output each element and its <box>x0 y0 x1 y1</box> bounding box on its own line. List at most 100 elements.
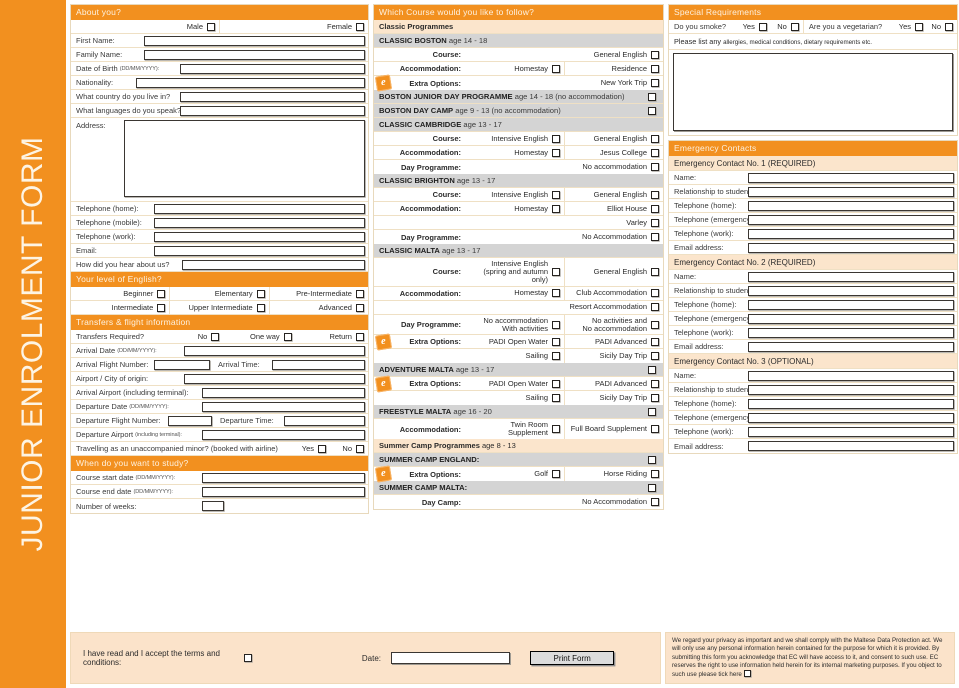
programme-option-checkbox[interactable] <box>552 64 560 73</box>
emergency-contact-field-input[interactable] <box>748 285 954 296</box>
programme-option-checkbox[interactable] <box>552 289 560 298</box>
female-checkbox[interactable] <box>356 22 364 31</box>
print-form-button[interactable]: Print Form <box>530 651 614 665</box>
programme-option-checkbox[interactable] <box>651 498 659 507</box>
departure-time-input[interactable] <box>284 415 365 426</box>
dob-input[interactable] <box>180 63 365 74</box>
programme-option-cell[interactable]: Sailing <box>466 391 564 405</box>
programme-option-cell[interactable]: Intensive English <box>466 132 564 145</box>
programme-option-cell[interactable]: No Accommodation <box>466 495 663 509</box>
gender-male-cell[interactable]: Male <box>71 20 219 33</box>
signature-date-input[interactable] <box>391 652 511 664</box>
programme-option-checkbox[interactable] <box>651 190 659 199</box>
programme-checkbox[interactable] <box>648 455 656 464</box>
tel-work-input[interactable] <box>154 231 365 242</box>
emergency-contact-field-input[interactable] <box>748 313 954 324</box>
emergency-contact-field-input[interactable] <box>748 242 954 253</box>
programme-option-checkbox[interactable] <box>651 134 659 143</box>
programme-option-cell[interactable]: Homestay <box>466 287 564 300</box>
arrival-flight-input[interactable] <box>154 359 210 370</box>
programme-option-checkbox[interactable] <box>552 320 560 329</box>
male-checkbox[interactable] <box>207 22 215 31</box>
emergency-contact-field-input[interactable] <box>748 186 954 197</box>
programme-option-checkbox[interactable] <box>552 190 560 199</box>
minor-no-cell[interactable]: No <box>330 442 368 455</box>
english-level-upper-intermediate[interactable]: Upper Intermediate <box>169 301 268 314</box>
emergency-contact-field-input[interactable] <box>748 384 954 395</box>
programme-option-cell[interactable]: Jesus College <box>564 146 663 159</box>
programme-option-checkbox[interactable] <box>552 425 560 434</box>
programme-option-checkbox[interactable] <box>651 394 659 403</box>
programme-option-checkbox[interactable] <box>552 148 560 157</box>
programme-option-checkbox[interactable] <box>651 233 659 241</box>
emergency-contact-field-input[interactable] <box>748 426 954 437</box>
transfers-option-return[interactable]: Return <box>296 330 368 343</box>
transfers-one-way-checkbox[interactable] <box>283 332 292 341</box>
course-start-input[interactable] <box>202 472 365 483</box>
programme-option-checkbox[interactable] <box>552 267 560 276</box>
programme-option-cell[interactable]: General English <box>466 48 663 61</box>
transfers-no-checkbox[interactable] <box>211 332 220 341</box>
programme-option-cell[interactable]: Sicily Day Trip <box>564 391 663 406</box>
programme-option-cell[interactable]: Homestay <box>466 62 564 75</box>
programme-option-checkbox[interactable] <box>651 379 659 388</box>
programme-option-cell[interactable]: Horse Riding <box>564 467 663 482</box>
upper-intermediate-checkbox[interactable] <box>256 303 265 312</box>
programme-option-cell[interactable]: Twin Room Supplement <box>466 419 564 439</box>
english-level-advanced[interactable]: Advanced <box>268 301 368 314</box>
smoke-no-checkbox[interactable] <box>790 22 799 31</box>
emergency-contact-field-input[interactable] <box>748 398 954 409</box>
english-level-pre-intermediate[interactable]: Pre-Intermediate <box>268 287 368 300</box>
programme-option-checkbox[interactable] <box>552 204 560 213</box>
intermediate-checkbox[interactable] <box>157 303 166 312</box>
gender-female-cell[interactable]: Female <box>219 20 368 33</box>
emergency-contact-field-input[interactable] <box>748 214 954 225</box>
arrival-time-input[interactable] <box>272 359 365 370</box>
programme-option-checkbox[interactable] <box>651 163 659 171</box>
hear-about-input[interactable] <box>182 259 365 270</box>
programme-option-cell[interactable]: Sicily Day Trip <box>564 349 663 364</box>
tel-home-input[interactable] <box>154 203 365 214</box>
emergency-contact-field-input[interactable] <box>748 441 954 451</box>
emergency-contact-field-input[interactable] <box>748 200 954 211</box>
programme-option-checkbox[interactable] <box>651 352 659 361</box>
pre-intermediate-checkbox[interactable] <box>355 289 364 298</box>
veg-yes-cell[interactable]: Yes <box>893 20 927 33</box>
programme-option-cell[interactable]: Intensive English (spring and autumn only… <box>466 258 564 286</box>
programme-option-checkbox[interactable] <box>651 267 659 276</box>
programme-option-cell[interactable]: No accommodation With activities <box>466 315 564 335</box>
elementary-checkbox[interactable] <box>256 289 265 298</box>
emergency-contact-field-input[interactable] <box>748 299 954 310</box>
minor-no-checkbox[interactable] <box>356 444 364 453</box>
transfers-return-checkbox[interactable] <box>355 332 364 341</box>
terms-accept-checkbox[interactable] <box>243 654 252 662</box>
programme-option-checkbox[interactable] <box>651 218 659 227</box>
smoke-no-cell[interactable]: No <box>771 20 803 33</box>
programme-option-cell[interactable]: Resort Accommodation <box>466 301 663 314</box>
first-name-input[interactable] <box>144 35 365 46</box>
emergency-contact-field-input[interactable] <box>748 412 954 423</box>
allergies-textarea[interactable] <box>673 53 953 131</box>
beginner-checkbox[interactable] <box>157 289 166 298</box>
programme-option-checkbox[interactable] <box>552 134 560 143</box>
programme-option-cell[interactable]: Golf <box>466 467 564 481</box>
emergency-contact-field-input[interactable] <box>748 341 954 352</box>
languages-input[interactable] <box>180 105 365 116</box>
veg-no-checkbox[interactable] <box>945 22 953 31</box>
smoke-yes-checkbox[interactable] <box>758 22 767 31</box>
programme-checkbox[interactable] <box>648 92 656 101</box>
minor-yes-cell[interactable]: Yes <box>290 442 330 455</box>
programme-option-checkbox[interactable] <box>651 148 659 157</box>
programme-option-checkbox[interactable] <box>552 394 560 403</box>
programme-option-checkbox[interactable] <box>651 79 659 87</box>
programme-option-cell[interactable]: PADI Open Water <box>466 335 564 348</box>
programme-option-cell[interactable]: PADI Advanced <box>564 335 663 349</box>
programme-option-checkbox[interactable] <box>552 352 560 361</box>
programme-option-cell[interactable]: Homestay <box>466 146 564 159</box>
arrival-airport-input[interactable] <box>202 387 365 398</box>
programme-option-cell[interactable]: General English <box>564 132 663 145</box>
programme-option-cell[interactable]: General English <box>564 188 663 201</box>
programme-option-cell[interactable]: No activities and No accommodation <box>564 314 663 335</box>
programme-option-cell[interactable]: Residence <box>564 62 663 75</box>
airport-origin-input[interactable] <box>184 373 365 384</box>
